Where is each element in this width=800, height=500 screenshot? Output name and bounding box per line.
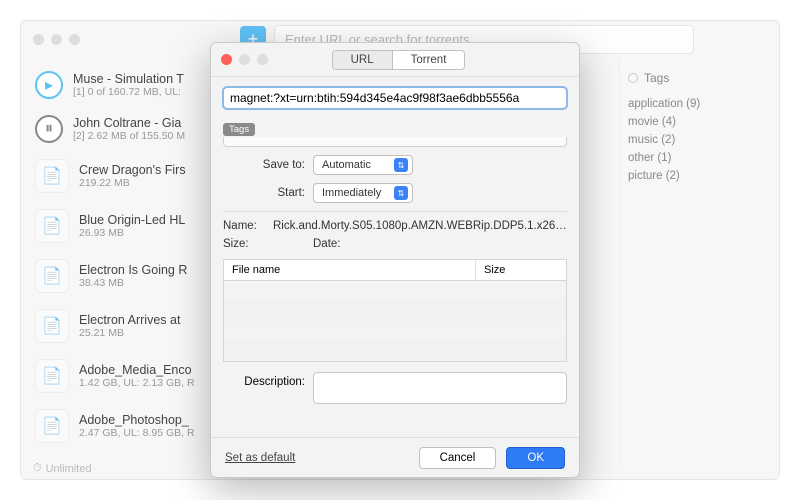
dialog-titlebar: URL Torrent <box>211 43 579 77</box>
tag-item[interactable]: application (9) <box>628 95 771 113</box>
start-label: Start: <box>223 187 313 199</box>
file-icon: 📄 <box>35 409 69 443</box>
file-icon: 📄 <box>35 359 69 393</box>
status-bar: ⏱ Unlimited <box>33 462 91 475</box>
file-icon: 📄 <box>35 209 69 243</box>
circle-icon <box>628 73 638 83</box>
table-row <box>224 341 566 361</box>
divider <box>223 211 567 212</box>
table-row <box>224 301 566 321</box>
new-download-dialog: URL Torrent magnet:?xt=urn:btih:594d345e… <box>210 42 580 478</box>
file-icon: 📄 <box>35 309 69 343</box>
dialog-tabs: URL Torrent <box>332 50 466 70</box>
file-list-table: File name Size <box>223 259 567 362</box>
dialog-traffic-lights <box>221 54 268 65</box>
start-value: Immediately <box>322 187 381 199</box>
table-row <box>224 321 566 341</box>
traffic-lights <box>33 34 80 45</box>
tags-header: Tags <box>628 71 771 85</box>
table-row <box>224 281 566 301</box>
file-icon: 📄 <box>35 259 69 293</box>
file-icon: 📄 <box>35 159 69 193</box>
minimize-icon[interactable] <box>51 34 62 45</box>
zoom-icon <box>257 54 268 65</box>
col-filename[interactable]: File name <box>224 260 476 280</box>
name-value: Rick.and.Morty.S05.1080p.AMZN.WEBRip.DDP… <box>273 220 567 232</box>
tag-item[interactable]: picture (2) <box>628 167 771 185</box>
minimize-icon <box>239 54 250 65</box>
magnet-url-input[interactable]: magnet:?xt=urn:btih:594d345e4ac9f98f3ae6… <box>223 87 567 109</box>
tab-torrent[interactable]: Torrent <box>393 51 465 69</box>
save-to-value: Automatic <box>322 159 371 171</box>
close-icon[interactable] <box>221 54 232 65</box>
description-label: Description: <box>223 372 313 404</box>
close-icon[interactable] <box>33 34 44 45</box>
save-to-select[interactable]: Automatic ⇅ <box>313 155 413 175</box>
cancel-button[interactable]: Cancel <box>419 447 497 469</box>
tags-chip[interactable]: Tags <box>223 123 255 136</box>
tags-header-label: Tags <box>644 71 669 85</box>
start-select[interactable]: Immediately ⇅ <box>313 183 413 203</box>
col-size[interactable]: Size <box>476 260 566 280</box>
chevron-updown-icon: ⇅ <box>394 186 408 200</box>
ok-button[interactable]: OK <box>506 447 565 469</box>
play-icon[interactable]: ▸ <box>35 71 63 99</box>
zoom-icon[interactable] <box>69 34 80 45</box>
tag-item[interactable]: other (1) <box>628 149 771 167</box>
tags-input[interactable] <box>223 137 567 147</box>
date-label: Date: <box>313 238 363 250</box>
pause-icon[interactable]: ⏸ <box>35 115 63 143</box>
chevron-updown-icon: ⇅ <box>394 158 408 172</box>
tab-url[interactable]: URL <box>333 51 393 69</box>
tag-item[interactable]: music (2) <box>628 131 771 149</box>
set-default-link[interactable]: Set as default <box>225 452 295 464</box>
size-label: Size: <box>223 238 273 250</box>
save-to-label: Save to: <box>223 159 313 171</box>
status-text: Unlimited <box>46 463 92 475</box>
description-input[interactable] <box>313 372 567 404</box>
tags-sidebar: Tags application (9) movie (4) music (2)… <box>619 57 779 461</box>
name-label: Name: <box>223 220 273 232</box>
tag-item[interactable]: movie (4) <box>628 113 771 131</box>
